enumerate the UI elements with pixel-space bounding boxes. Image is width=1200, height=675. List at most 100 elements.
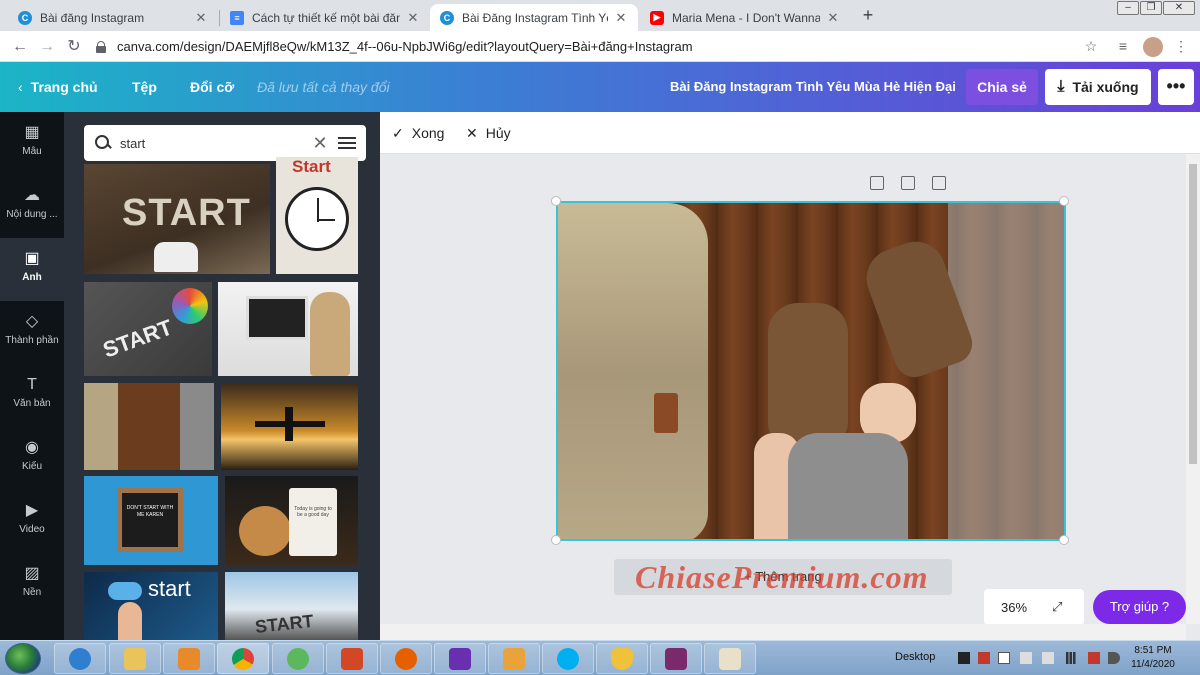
design-title[interactable]: Bài Đăng Instagram Tình Yêu Mùa Hè Hiện … bbox=[670, 62, 956, 112]
clock[interactable]: 8:51 PM 11/4/2020 bbox=[1128, 644, 1178, 672]
rail-item-elements[interactable]: ◇ Thành phần bbox=[0, 301, 64, 364]
rail-label: Thành phần bbox=[5, 335, 59, 346]
zoom-value[interactable]: 36% bbox=[984, 600, 1044, 615]
avatar[interactable] bbox=[1143, 37, 1163, 57]
editor-workspace: ✓ Xong ✕ Hủy + Thêm trang ChiasePremium.co… bbox=[380, 112, 1200, 640]
url-field[interactable]: canva.com/design/DAEMjfl8eQw/kM13Z_4f--0… bbox=[95, 34, 1105, 59]
photo-thumbnail[interactable] bbox=[221, 383, 358, 470]
rail-item-text[interactable]: T Văn bản bbox=[0, 364, 64, 427]
taskbar-app-archive[interactable] bbox=[650, 643, 702, 674]
browser-tab[interactable]: ▶ Maria Mena - I Don't Wanna See ✕ bbox=[640, 4, 850, 31]
filter-icon[interactable] bbox=[338, 135, 356, 151]
taskbar-app-security[interactable] bbox=[596, 643, 648, 674]
photo-thumbnail[interactable] bbox=[84, 383, 214, 470]
scrollbar-thumb[interactable] bbox=[1189, 164, 1197, 464]
done-button[interactable]: ✓ Xong bbox=[392, 112, 444, 154]
photo-thumbnail[interactable]: DON'T START WITH ME KAREN bbox=[84, 476, 218, 565]
rail-item-background[interactable]: ▨ Nền bbox=[0, 553, 64, 616]
start-button[interactable] bbox=[5, 643, 41, 674]
photo-thumbnail[interactable]: Start bbox=[276, 157, 358, 274]
download-button[interactable]: ⤓ Tải xuống bbox=[1045, 69, 1151, 105]
taskbar-app-coccoc[interactable] bbox=[272, 643, 324, 674]
cancel-label: Hủy bbox=[485, 125, 511, 141]
photo-thumbnail[interactable]: START bbox=[84, 164, 270, 274]
note-icon[interactable] bbox=[870, 176, 884, 190]
rail-label: Nền bbox=[22, 587, 42, 598]
clock-icon bbox=[285, 187, 349, 251]
network-icon[interactable] bbox=[1066, 652, 1078, 664]
archive-icon bbox=[665, 648, 687, 670]
desktop-toolbar-label[interactable]: Desktop bbox=[895, 651, 935, 663]
taskbar-app-ie[interactable] bbox=[54, 643, 106, 674]
rail-item-templates[interactable]: ▦ Mẫu bbox=[0, 112, 64, 175]
coccoc-icon bbox=[287, 648, 309, 670]
vertical-scrollbar[interactable] bbox=[1186, 154, 1200, 624]
close-tab-icon[interactable]: ✕ bbox=[826, 10, 840, 26]
file-menu[interactable]: Tệp bbox=[132, 62, 157, 112]
horizontal-scrollbar[interactable] bbox=[380, 624, 1186, 640]
photo-thumbnail[interactable]: Today is going to be a good day bbox=[225, 476, 358, 565]
duplicate-page-icon[interactable] bbox=[901, 176, 915, 190]
new-tab-button[interactable]: + bbox=[858, 5, 878, 25]
close-tab-icon[interactable]: ✕ bbox=[406, 10, 420, 26]
photo-thumbnail[interactable]: START bbox=[84, 282, 212, 376]
photo-thumbnail[interactable] bbox=[218, 282, 358, 376]
taskbar-app-media[interactable] bbox=[163, 643, 215, 674]
tray-app-icon[interactable] bbox=[998, 652, 1010, 664]
rail-item-styles[interactable]: ◉ Kiểu bbox=[0, 427, 64, 490]
share-button[interactable]: Chia sẻ bbox=[966, 69, 1038, 105]
minimize-icon[interactable]: – bbox=[1117, 1, 1139, 15]
taskbar-app-design[interactable] bbox=[488, 643, 540, 674]
close-tab-icon[interactable]: ✕ bbox=[614, 10, 628, 26]
thumbnail-text: START bbox=[122, 192, 251, 234]
close-tab-icon[interactable]: ✕ bbox=[194, 10, 208, 26]
search-input[interactable]: start ✕ bbox=[84, 125, 366, 161]
tray-app-icon[interactable] bbox=[978, 652, 990, 664]
resize-handle[interactable] bbox=[551, 535, 561, 545]
browser-menu-icon[interactable]: ⋮ bbox=[1172, 37, 1190, 55]
volume-icon[interactable] bbox=[1108, 652, 1120, 664]
help-button[interactable]: Trợ giúp ? bbox=[1093, 590, 1186, 624]
design-canvas[interactable] bbox=[556, 201, 1066, 541]
taskbar-app-chrome[interactable] bbox=[217, 643, 269, 674]
photo-thumbnail[interactable]: start bbox=[84, 572, 218, 640]
design-app-icon bbox=[503, 648, 525, 670]
taskbar-app-firefox[interactable] bbox=[380, 643, 432, 674]
browser-tab[interactable]: C Bài đăng Instagram ✕ bbox=[8, 4, 218, 31]
restore-icon[interactable]: ❐ bbox=[1140, 1, 1162, 15]
taskbar-app-skype[interactable] bbox=[542, 643, 594, 674]
add-page-icon[interactable] bbox=[932, 176, 946, 190]
rail-item-uploads[interactable]: ☁ Nội dung ... bbox=[0, 175, 64, 238]
taskbar-app-paint[interactable] bbox=[704, 643, 756, 674]
taskbar-app-player[interactable] bbox=[434, 643, 486, 674]
ie-icon bbox=[69, 648, 91, 670]
rail-item-photos[interactable]: ▣ Ảnh bbox=[0, 238, 64, 301]
rail-item-video[interactable]: ▶ Video bbox=[0, 490, 64, 553]
taskbar-app-explorer[interactable] bbox=[109, 643, 161, 674]
browser-tab-active[interactable]: C Bài Đăng Instagram Tình Yêu Mù ✕ bbox=[430, 4, 638, 31]
resize-handle[interactable] bbox=[551, 196, 561, 206]
resize-handle[interactable] bbox=[1059, 196, 1069, 206]
clear-icon[interactable]: ✕ bbox=[310, 133, 330, 154]
browser-tab[interactable]: ≡ Cách tự thiết kế một bài đăng về ✕ bbox=[220, 4, 430, 31]
jeans-shape bbox=[948, 203, 1064, 539]
cancel-button[interactable]: ✕ Hủy bbox=[466, 112, 511, 154]
bookmark-star-icon[interactable]: ☆ bbox=[1082, 37, 1100, 55]
photo-thumbnail[interactable]: START bbox=[225, 572, 358, 640]
fullscreen-icon[interactable]: ⤢ bbox=[1052, 600, 1066, 614]
reload-icon[interactable]: ↻ bbox=[64, 37, 84, 57]
resize-handle[interactable] bbox=[1059, 535, 1069, 545]
tray-app-icon[interactable] bbox=[958, 652, 970, 664]
resize-menu[interactable]: Đổi cỡ bbox=[190, 62, 234, 112]
media-control-icon[interactable]: ≡ bbox=[1114, 37, 1132, 55]
tray-app-icon[interactable] bbox=[1020, 652, 1032, 664]
back-icon[interactable]: ← bbox=[10, 37, 30, 57]
tray-app-icon[interactable] bbox=[1042, 652, 1054, 664]
close-window-icon[interactable]: ✕ bbox=[1163, 1, 1195, 15]
more-options-button[interactable]: ••• bbox=[1158, 69, 1194, 105]
home-link[interactable]: ‹ Trang chủ bbox=[18, 62, 98, 112]
canva-icon: C bbox=[440, 10, 454, 25]
tray-alert-icon[interactable] bbox=[1088, 652, 1100, 664]
taskbar-app-office[interactable] bbox=[326, 643, 378, 674]
forward-icon[interactable]: → bbox=[37, 37, 57, 57]
